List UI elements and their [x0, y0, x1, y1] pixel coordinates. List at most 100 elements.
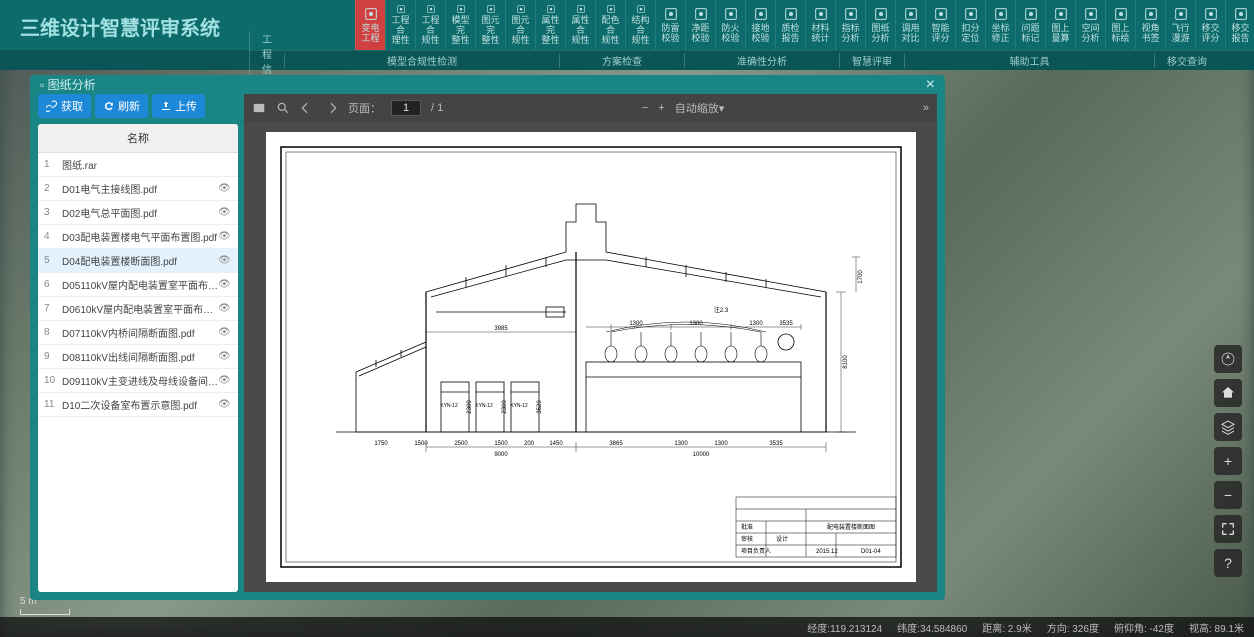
- eye-icon[interactable]: 👁: [218, 183, 232, 194]
- toolbar-item-12[interactable]: 防火校验: [715, 0, 745, 50]
- layers-icon[interactable]: [1214, 413, 1242, 441]
- zoom-out-button[interactable]: −: [1214, 481, 1242, 509]
- svg-text:1300: 1300: [629, 321, 643, 327]
- toolbar-item-13[interactable]: 接地校验: [745, 0, 775, 50]
- toolbar-item-9[interactable]: 结构合规性: [625, 0, 655, 50]
- toolbar-item-8[interactable]: 配色合规性: [595, 0, 625, 50]
- toolbar-item-6[interactable]: 属性完整性: [535, 0, 565, 50]
- prev-page-icon[interactable]: [300, 101, 314, 115]
- toolbar-item-2[interactable]: 工程合规性: [415, 0, 445, 50]
- file-row[interactable]: 3D02电气总平面图.pdf👁: [38, 201, 238, 225]
- tool-icon-26: [1143, 6, 1159, 22]
- home-icon[interactable]: [1214, 379, 1242, 407]
- svg-text:注2.3: 注2.3: [713, 306, 728, 314]
- toolbar-item-19[interactable]: 智能评分: [925, 0, 955, 50]
- toolbar-item-29[interactable]: 移交报告: [1225, 0, 1254, 50]
- tool-icon-8: [603, 4, 619, 14]
- svg-text:1500: 1500: [414, 441, 428, 447]
- file-row[interactable]: 7D0610kV屋内配电装置室平面布置图.pdf👁: [38, 297, 238, 321]
- sidebar-toggle-icon[interactable]: [252, 101, 266, 115]
- svg-text:3865: 3865: [609, 441, 623, 447]
- file-name: D02电气总平面图.pdf: [62, 205, 218, 220]
- toolbar-item-21[interactable]: 坐标修正: [985, 0, 1015, 50]
- page-input[interactable]: [391, 100, 421, 116]
- toolbar-item-20[interactable]: 扣分定位: [955, 0, 985, 50]
- tool-icon-14: [783, 6, 799, 22]
- close-icon[interactable]: ×: [926, 76, 935, 94]
- zoom-in-button[interactable]: +: [1214, 447, 1242, 475]
- toolbar-item-18[interactable]: 调用对比: [895, 0, 925, 50]
- svg-text:200: 200: [523, 441, 534, 447]
- status-lat: 纬度:34.584860: [897, 620, 967, 635]
- eye-icon[interactable]: 👁: [218, 375, 232, 386]
- toolbar-item-5[interactable]: 图元合规性: [505, 0, 535, 50]
- toolbar-item-26[interactable]: 视角书签: [1135, 0, 1165, 50]
- file-row[interactable]: 10D09110kV主变进线及母线设备间隔断面图.pdf👁: [38, 369, 238, 393]
- toolbar-item-3[interactable]: 模型完整性: [445, 0, 475, 50]
- eye-icon[interactable]: 👁: [218, 279, 232, 290]
- next-page-icon[interactable]: [324, 101, 338, 115]
- svg-text:1500: 1500: [494, 441, 508, 447]
- svg-text:3985: 3985: [494, 326, 508, 332]
- toolbar-item-15[interactable]: 材料统计: [805, 0, 835, 50]
- search-icon[interactable]: [276, 101, 290, 115]
- eye-icon[interactable]: 👁: [218, 327, 232, 338]
- toolbar-item-4[interactable]: 图元完整性: [475, 0, 505, 50]
- file-row[interactable]: 9D08110kV出线间隔断面图.pdf👁: [38, 345, 238, 369]
- zoom-in-icon[interactable]: +: [658, 102, 664, 114]
- toolbar-item-1[interactable]: 工程合理性: [385, 0, 415, 50]
- file-row[interactable]: 6D05110kV屋内配电装置室平面布置图.pdf👁: [38, 273, 238, 297]
- tool-icon-4: [483, 4, 499, 14]
- toolbar-item-16[interactable]: 指标分析: [835, 0, 865, 50]
- refresh-button[interactable]: 刷新: [95, 94, 148, 118]
- toolbar-item-22[interactable]: 问题标记: [1015, 0, 1045, 50]
- fullscreen-icon[interactable]: [1214, 515, 1242, 543]
- svg-text:1700: 1700: [858, 270, 864, 284]
- svg-text:1450: 1450: [549, 441, 563, 447]
- file-name: D09110kV主变进线及母线设备间隔断面图.pdf: [62, 373, 218, 388]
- toolbar-item-28[interactable]: 移交评分: [1195, 0, 1225, 50]
- toolbar-item-10[interactable]: 防雷校验: [655, 0, 685, 50]
- toolbar-item-27[interactable]: 飞行漫游: [1165, 0, 1195, 50]
- zoom-select[interactable]: 自动缩放▾: [675, 100, 725, 116]
- toolbar-item-25[interactable]: 图上标绘: [1105, 0, 1135, 50]
- toolbar-item-24[interactable]: 空间分析: [1075, 0, 1105, 50]
- eye-icon[interactable]: 👁: [218, 399, 232, 410]
- file-row[interactable]: 4D03配电装置楼电气平面布置图.pdf👁: [38, 225, 238, 249]
- tool-icon-25: [1113, 6, 1129, 22]
- file-row[interactable]: 8D07110kV内桥间隔断面图.pdf👁: [38, 321, 238, 345]
- file-name: D03配电装置楼电气平面布置图.pdf: [62, 229, 218, 244]
- tool-icon-2: [423, 4, 439, 14]
- toolbar-item-17[interactable]: 图纸分析: [865, 0, 895, 50]
- table-header: 名称: [38, 124, 238, 153]
- page-total: / 1: [431, 102, 443, 114]
- status-bar: 经度:119.213124 纬度:34.584860 距离: 2.9米 方向: …: [0, 617, 1254, 637]
- file-row[interactable]: 5D04配电装置楼断面图.pdf👁: [38, 249, 238, 273]
- pdf-page-area[interactable]: 3985 1300130013003535 900010000 8100 170…: [244, 122, 937, 592]
- compass-icon[interactable]: [1214, 345, 1242, 373]
- subgroup-4: 智慧评审: [839, 53, 904, 68]
- subgroup-1: 模型合规性检测: [284, 53, 559, 68]
- eye-icon[interactable]: 👁: [218, 303, 232, 314]
- eye-icon[interactable]: 👁: [218, 231, 232, 242]
- toolbar-item-23[interactable]: 图上量算: [1045, 0, 1075, 50]
- help-icon[interactable]: ?: [1214, 549, 1242, 577]
- get-button[interactable]: 获取: [38, 94, 91, 118]
- toolbar-item-7[interactable]: 属性合规性: [565, 0, 595, 50]
- file-row[interactable]: 2D01电气主接线图.pdf👁: [38, 177, 238, 201]
- eye-icon[interactable]: 👁: [218, 207, 232, 218]
- file-row[interactable]: 1图纸.rar: [38, 153, 238, 177]
- eye-icon[interactable]: 👁: [218, 351, 232, 362]
- toolbar-item-0[interactable]: 变电工程: [355, 0, 385, 50]
- status-dist: 距离: 2.9米: [982, 620, 1031, 635]
- tools-expand-icon[interactable]: »: [923, 102, 929, 114]
- toolbar-item-11[interactable]: 净距校验: [685, 0, 715, 50]
- file-row[interactable]: 11D10二次设备室布置示意图.pdf👁: [38, 393, 238, 417]
- subgroup-2: 方案检查: [559, 53, 684, 68]
- eye-icon[interactable]: 👁: [218, 255, 232, 266]
- zoom-out-icon[interactable]: −: [642, 102, 648, 114]
- upload-button[interactable]: 上传: [152, 94, 205, 118]
- toolbar-item-14[interactable]: 质检报告: [775, 0, 805, 50]
- sub-header: 工程信息模型合规性检测方案检查准确性分析智慧评审辅助工具移交查询: [0, 50, 1254, 70]
- tool-icon-18: [903, 6, 919, 22]
